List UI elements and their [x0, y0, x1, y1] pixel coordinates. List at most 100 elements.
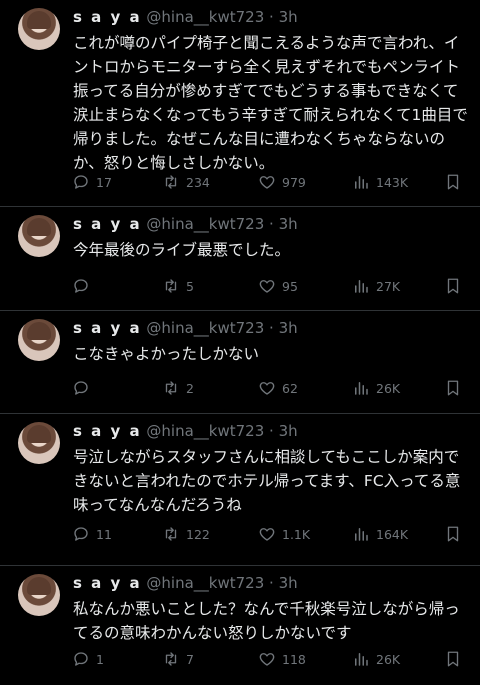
display-name[interactable]: s a y a: [73, 215, 142, 233]
bookmark-icon: [447, 380, 459, 396]
views-icon: [355, 653, 368, 666]
tweet[interactable]: s a y a @hina__kwt723 · 3h 私なんか悪いことした？なん…: [0, 566, 480, 685]
display-name[interactable]: s a y a: [73, 422, 142, 440]
views-icon: [355, 280, 368, 293]
timestamp[interactable]: 3h: [279, 574, 298, 592]
tweet-actions: 2 62 26K: [72, 377, 467, 399]
views-button[interactable]: 26K: [352, 648, 400, 670]
reply-button[interactable]: [72, 275, 96, 297]
avatar[interactable]: [18, 422, 60, 464]
reply-icon: [74, 175, 88, 189]
views-button[interactable]: 143K: [352, 171, 408, 193]
retweet-button[interactable]: 234: [162, 171, 210, 193]
heart-icon: [259, 528, 275, 541]
tweet[interactable]: s a y a @hina__kwt723 · 3h これが噂のパイプ椅子と聞こ…: [0, 0, 480, 207]
reply-icon: [74, 279, 88, 293]
reply-button[interactable]: 11: [72, 523, 112, 545]
reply-icon: [74, 381, 88, 395]
timestamp[interactable]: 3h: [279, 8, 298, 26]
views-icon: [355, 382, 368, 395]
user-handle[interactable]: @hina__kwt723: [146, 574, 264, 592]
tweet-header: s a y a @hina__kwt723 · 3h: [73, 215, 298, 233]
timestamp[interactable]: 3h: [279, 319, 298, 337]
bookmark-icon: [447, 278, 459, 294]
reply-icon: [74, 527, 88, 541]
bookmark-button[interactable]: [444, 523, 468, 545]
retweet-count: 234: [186, 174, 210, 190]
tweet-actions: 11 122 1.1K 164K: [72, 523, 467, 545]
tweet-text: 私なんか悪いことした？なんで千秋楽号泣しながら帰ってるの意味わかんない怒りしかな…: [73, 600, 460, 642]
bookmark-icon: [447, 174, 459, 190]
retweet-count: 5: [186, 278, 194, 294]
heart-icon: [259, 280, 275, 293]
heart-icon: [259, 653, 275, 666]
avatar[interactable]: [18, 574, 60, 616]
bookmark-button[interactable]: [444, 377, 468, 399]
like-count: 1.1K: [282, 526, 311, 542]
tweet-actions: 1 7 118 26K: [72, 648, 467, 670]
user-handle[interactable]: @hina__kwt723: [146, 422, 264, 440]
views-icon: [355, 176, 368, 189]
user-handle[interactable]: @hina__kwt723: [146, 319, 264, 337]
timestamp[interactable]: 3h: [279, 422, 298, 440]
like-count: 979: [282, 174, 306, 190]
like-count: 95: [282, 278, 298, 294]
avatar[interactable]: [18, 215, 60, 257]
display-name[interactable]: s a y a: [73, 574, 142, 592]
display-name[interactable]: s a y a: [73, 319, 142, 337]
bookmark-button[interactable]: [444, 275, 468, 297]
user-handle[interactable]: @hina__kwt723: [146, 215, 264, 233]
views-button[interactable]: 164K: [352, 523, 408, 545]
tweet-text: これが噂のパイプ椅子と聞こえるような声で言われ、イントロからモニターすら全く見え…: [73, 34, 468, 172]
separator-dot: ·: [269, 8, 274, 26]
tweet-text: 今年最後のライブ最悪でした。: [73, 241, 291, 259]
views-button[interactable]: 27K: [352, 275, 400, 297]
reply-button[interactable]: 1: [72, 648, 104, 670]
retweet-icon: [165, 652, 177, 666]
avatar[interactable]: [18, 319, 60, 361]
timestamp[interactable]: 3h: [279, 215, 298, 233]
tweet[interactable]: s a y a @hina__kwt723 · 3h 今年最後のライブ最悪でした…: [0, 207, 480, 311]
display-name[interactable]: s a y a: [73, 8, 142, 26]
retweet-icon: [165, 527, 177, 541]
reply-count: 11: [96, 526, 112, 542]
bookmark-button[interactable]: [444, 171, 468, 193]
like-button[interactable]: 62: [258, 377, 298, 399]
tweet[interactable]: s a y a @hina__kwt723 · 3h 号泣しながらスタッフさんに…: [0, 414, 480, 566]
retweet-button[interactable]: 2: [162, 377, 194, 399]
separator-dot: ·: [269, 422, 274, 440]
tweet-header: s a y a @hina__kwt723 · 3h: [73, 319, 298, 337]
reply-button[interactable]: 17: [72, 171, 112, 193]
reply-count: 17: [96, 174, 112, 190]
separator-dot: ·: [269, 215, 274, 233]
views-count: 27K: [376, 278, 401, 294]
reply-icon: [74, 652, 88, 666]
retweet-button[interactable]: 5: [162, 275, 194, 297]
retweet-count: 122: [186, 526, 210, 542]
bookmark-button[interactable]: [444, 648, 468, 670]
like-count: 118: [282, 651, 306, 667]
separator-dot: ·: [269, 319, 274, 337]
like-button[interactable]: 95: [258, 275, 298, 297]
user-handle[interactable]: @hina__kwt723: [146, 8, 264, 26]
views-count: 26K: [376, 651, 401, 667]
tweet-text: こなきゃよかったしかない: [73, 345, 260, 363]
retweet-icon: [165, 381, 177, 395]
reply-button[interactable]: [72, 377, 96, 399]
tweet-header: s a y a @hina__kwt723 · 3h: [73, 8, 298, 26]
tweet-header: s a y a @hina__kwt723 · 3h: [73, 422, 298, 440]
views-button[interactable]: 26K: [352, 377, 400, 399]
like-button[interactable]: 118: [258, 648, 306, 670]
avatar[interactable]: [18, 8, 60, 50]
like-button[interactable]: 979: [258, 171, 306, 193]
retweet-icon: [165, 279, 177, 293]
timeline-feed: s a y a @hina__kwt723 · 3h これが噂のパイプ椅子と聞こ…: [0, 0, 480, 685]
separator-dot: ·: [269, 574, 274, 592]
tweet[interactable]: s a y a @hina__kwt723 · 3h こなきゃよかったしかない …: [0, 311, 480, 414]
retweet-button[interactable]: 122: [162, 523, 210, 545]
tweet-text: 号泣しながらスタッフさんに相談してもここしか案内できないと言われたのでホテル帰っ…: [73, 448, 461, 514]
tweet-actions: 5 95 27K: [72, 275, 467, 297]
retweet-count: 2: [186, 380, 194, 396]
retweet-button[interactable]: 7: [162, 648, 194, 670]
like-button[interactable]: 1.1K: [258, 523, 310, 545]
